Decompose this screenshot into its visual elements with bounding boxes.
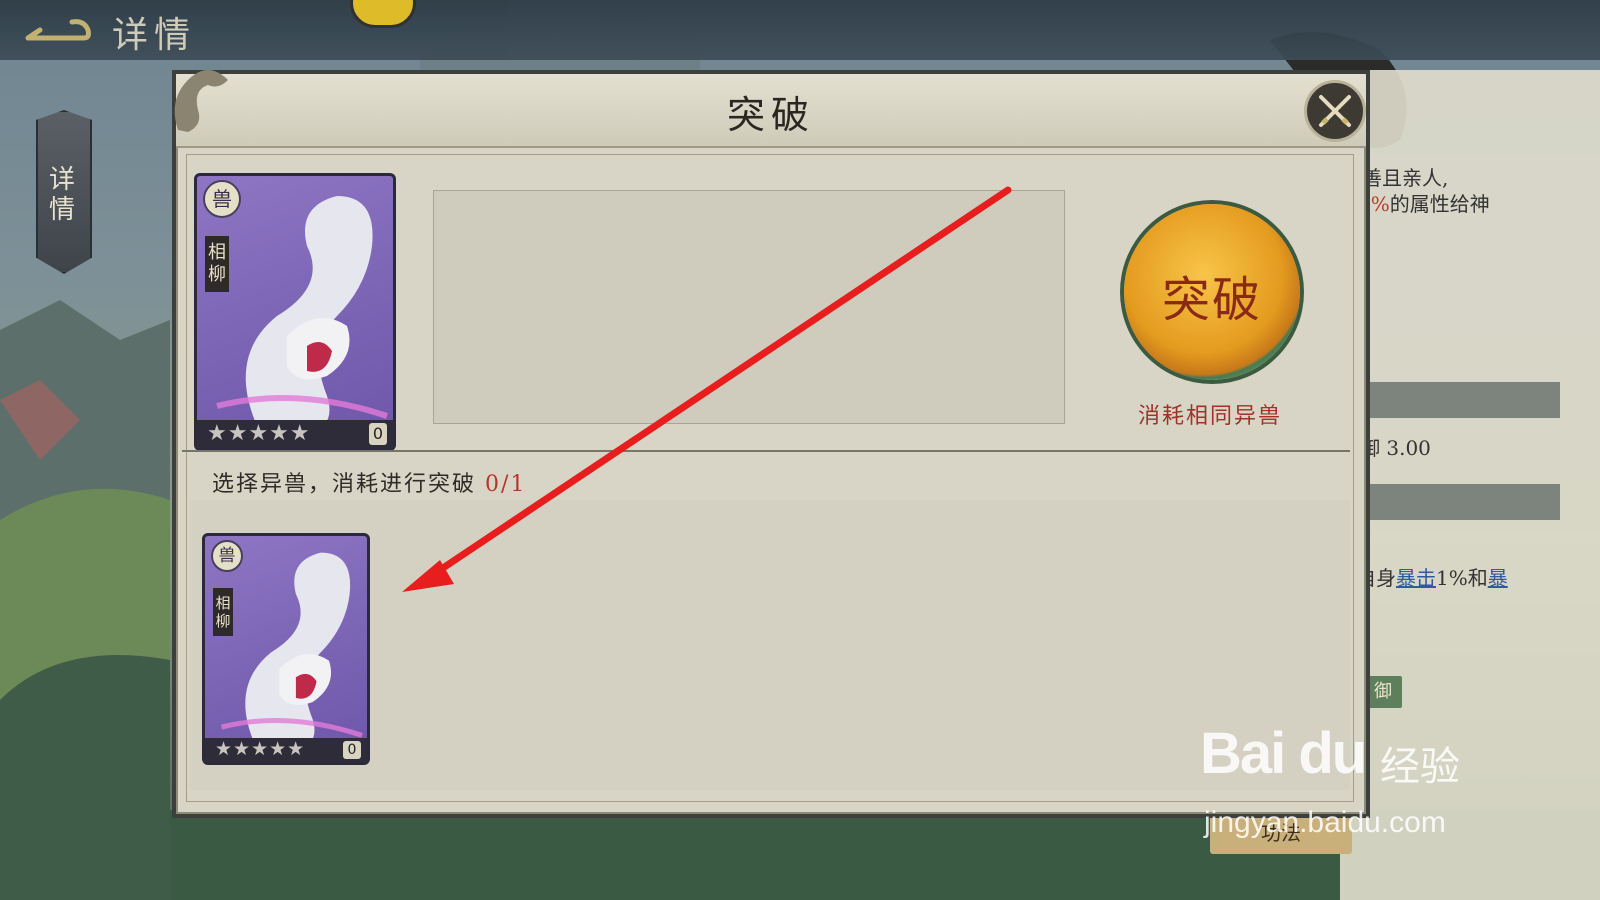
bg-section-band [1360, 382, 1560, 418]
bg-stat: 御 3.00 [1360, 436, 1431, 460]
card-name: 相柳 [205, 236, 229, 292]
bg-link-crit[interactable]: 暴击 [1396, 566, 1436, 590]
close-button[interactable] [1304, 80, 1366, 142]
dragon-ornament-icon [174, 70, 228, 132]
currency-coin-icon [350, 0, 416, 28]
side-tab-label: 详情 [48, 165, 75, 225]
page-title: 详情 [112, 15, 197, 56]
section-divider [182, 450, 1350, 452]
baidu-watermark: Bai du 经验 jingyan.baidu.com [1200, 720, 1460, 839]
bg-desc-line2: 5%的属性给神 [1358, 188, 1490, 217]
select-prompt: 选择异兽，消耗进行突破 0/1 [212, 466, 526, 498]
crossed-swords-close-icon [1319, 95, 1351, 127]
card-name: 相柳 [213, 588, 233, 636]
bg-link-crit2[interactable]: 暴 [1488, 566, 1508, 590]
beast-type-badge: 兽 [203, 180, 241, 218]
bg-section-band-2 [1360, 484, 1560, 520]
top-bar: 详情 [0, 0, 1600, 60]
card-level: 0 [369, 423, 387, 445]
dialog-header: 突破 [174, 70, 1366, 148]
material-slot-box [433, 190, 1065, 424]
select-count: 0/1 [485, 472, 527, 497]
breakthrough-button-label: 突破 [1161, 272, 1262, 328]
watermark-logo: Bai du [1200, 721, 1367, 786]
target-beast-card[interactable]: 兽 相柳 ★★★★★ 0 [194, 173, 396, 451]
card-footer: ★★★★★ 0 [197, 420, 393, 448]
bg-desc-b: 1%和 [1436, 566, 1488, 590]
select-prompt-row: 选择异兽，消耗进行突破 0/1 [190, 462, 1350, 498]
back-arrow-icon[interactable] [22, 12, 92, 48]
select-prompt-text: 选择异兽，消耗进行突破 [212, 472, 477, 497]
dialog-title: 突破 [726, 93, 815, 137]
bg-desc-skill: 自身暴击1%和暴 [1356, 562, 1508, 591]
bg-desc-line2-rest: 的属性给神 [1389, 192, 1490, 216]
star-rating: ★★★★★ [207, 421, 311, 446]
watermark-cn: 经验 [1380, 745, 1460, 789]
card-footer: ★★★★★ 0 [205, 738, 367, 762]
breakthrough-button[interactable]: 突破 [1124, 204, 1300, 380]
beast-type-badge: 兽 [211, 540, 243, 572]
breakthrough-caption: 消耗相同异兽 [1137, 404, 1282, 429]
card-level: 0 [343, 741, 361, 759]
bg-desc-line1: 善且亲人, [1362, 166, 1449, 190]
material-beast-card[interactable]: 兽 相柳 ★★★★★ 0 [202, 533, 370, 765]
watermark-url: jingyan.baidu.com [1204, 806, 1446, 839]
star-rating: ★★★★★ [215, 738, 306, 760]
